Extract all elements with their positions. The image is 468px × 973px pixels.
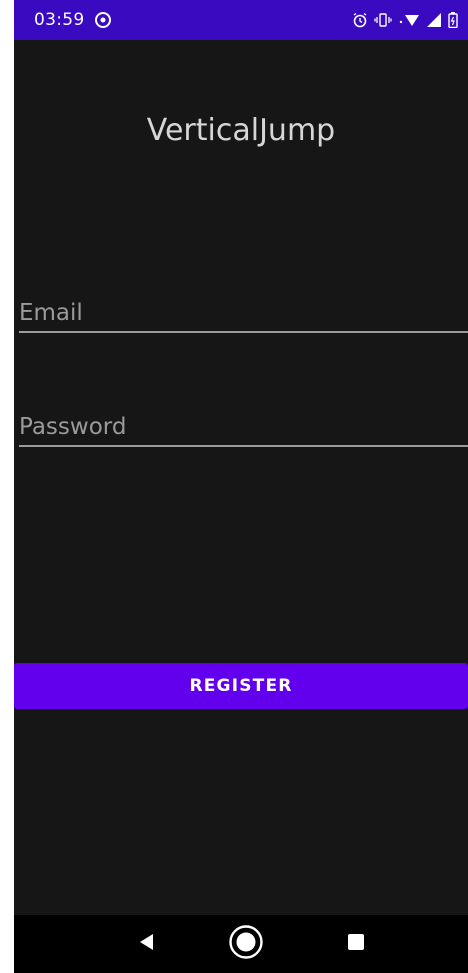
vibrate-icon [374, 13, 392, 27]
back-icon [137, 932, 155, 957]
recents-icon [347, 933, 365, 956]
password-input[interactable] [19, 409, 468, 445]
email-field[interactable] [19, 295, 468, 333]
password-field[interactable] [19, 409, 468, 447]
sync-icon [94, 11, 112, 29]
home-button[interactable] [216, 915, 276, 973]
wifi-icon [398, 12, 420, 28]
email-input[interactable] [19, 295, 468, 331]
home-icon [228, 924, 264, 965]
signal-icon [426, 12, 442, 28]
navigation-bar [14, 915, 468, 973]
battery-icon [448, 12, 458, 28]
status-time: 03:59 [34, 10, 85, 30]
register-button[interactable]: REGISTER [14, 663, 468, 709]
alarm-icon [352, 12, 368, 28]
recents-button[interactable] [326, 915, 386, 973]
app-screen: 03:59 VerticalJump Email REGISTER [14, 0, 468, 973]
app-title: VerticalJump [146, 113, 336, 148]
status-bar: 03:59 [14, 0, 468, 40]
back-button[interactable] [116, 915, 176, 973]
status-icons [352, 10, 458, 30]
